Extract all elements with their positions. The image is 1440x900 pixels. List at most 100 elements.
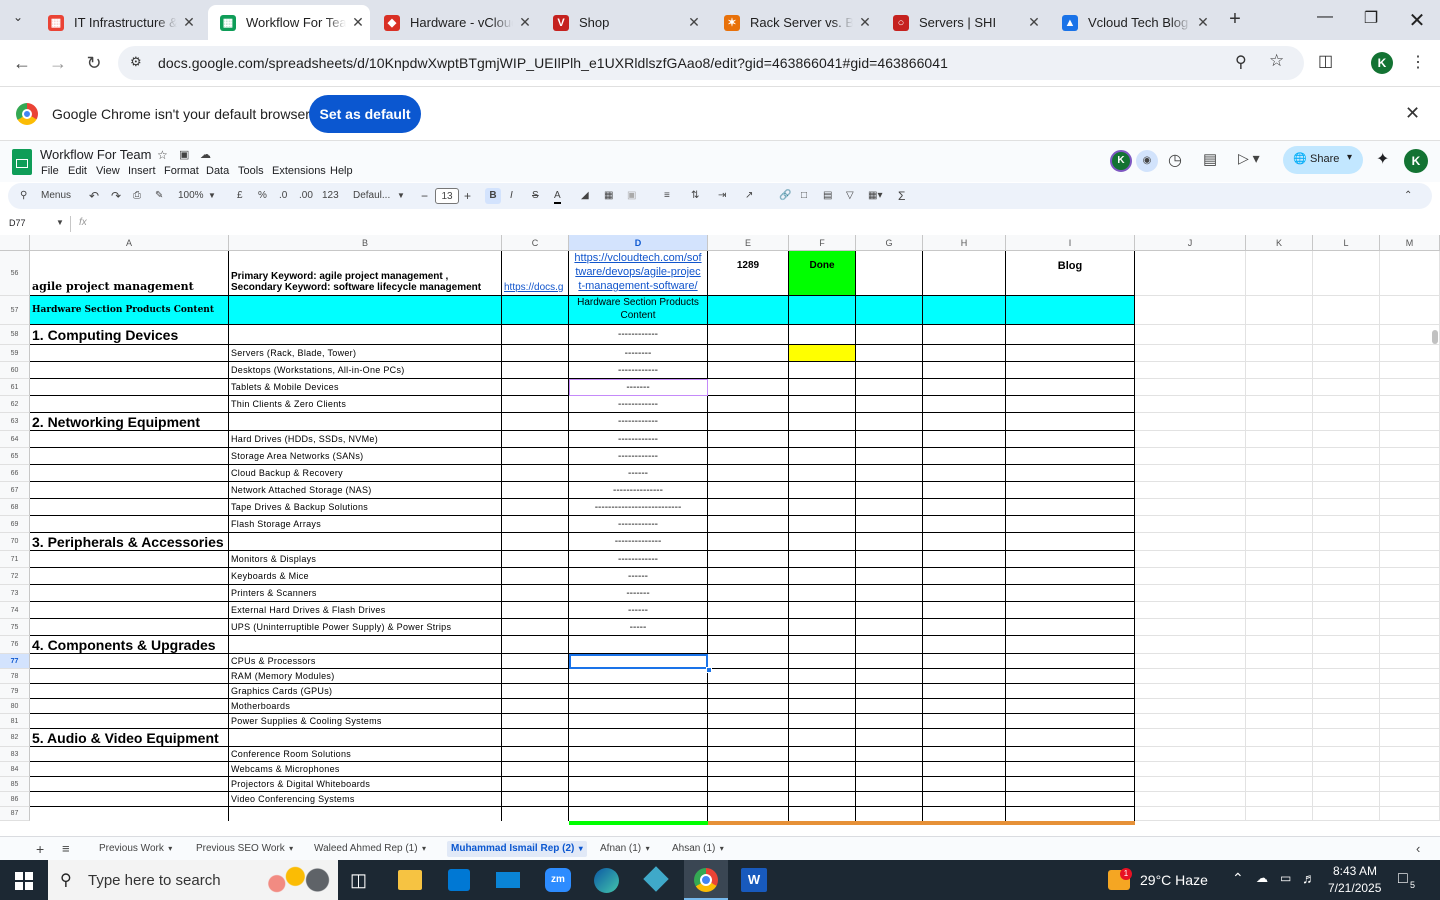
cell-a[interactable] bbox=[30, 465, 229, 482]
product-category-cell[interactable]: Cloud Backup & Recovery bbox=[229, 465, 502, 482]
status-dash-cell[interactable]: ------ bbox=[569, 602, 708, 619]
cell-h[interactable] bbox=[923, 396, 1006, 413]
cell-f[interactable] bbox=[789, 684, 856, 699]
cell-g[interactable] bbox=[856, 362, 923, 379]
close-tab-icon[interactable]: ✕ bbox=[513, 14, 537, 31]
section-heading-cell[interactable]: 5. Audio & Video Equipment bbox=[30, 729, 229, 747]
cell-k[interactable] bbox=[1246, 551, 1313, 568]
row-header[interactable]: 76 bbox=[0, 636, 30, 654]
cell-a[interactable]: agile project management bbox=[30, 251, 229, 296]
cell-i[interactable] bbox=[1006, 396, 1135, 413]
site-info-icon[interactable]: ⚙ bbox=[130, 54, 142, 70]
zoom-icon[interactable]: ⚲ bbox=[1235, 52, 1247, 72]
cell-m[interactable] bbox=[1380, 465, 1440, 482]
row-header[interactable]: 60 bbox=[0, 362, 30, 379]
cell-d[interactable] bbox=[569, 714, 708, 729]
sheet-tab-dropdown-icon[interactable]: ▾ bbox=[285, 844, 293, 853]
cell-e[interactable] bbox=[708, 714, 789, 729]
currency-button[interactable]: £ bbox=[237, 188, 243, 204]
cell-k[interactable] bbox=[1246, 379, 1313, 396]
cell-f[interactable] bbox=[789, 807, 856, 821]
cell-j[interactable] bbox=[1135, 296, 1246, 325]
close-tab-icon[interactable]: ✕ bbox=[853, 14, 877, 31]
cell-b[interactable] bbox=[229, 413, 502, 431]
column-header-j[interactable]: J bbox=[1135, 235, 1246, 251]
cell-h[interactable] bbox=[923, 654, 1006, 669]
cell-c[interactable] bbox=[502, 533, 569, 551]
cell-l[interactable] bbox=[1313, 792, 1380, 807]
forward-icon[interactable]: → bbox=[45, 50, 71, 76]
collaborator-avatar[interactable]: K bbox=[1110, 150, 1132, 172]
tab-search-icon[interactable]: ⌄ bbox=[6, 10, 30, 30]
edge-icon[interactable] bbox=[594, 868, 619, 893]
product-category-cell[interactable]: External Hard Drives & Flash Drives bbox=[229, 602, 502, 619]
cell-i[interactable] bbox=[1006, 448, 1135, 465]
cell-m[interactable] bbox=[1380, 516, 1440, 533]
browser-tab[interactable]: ✶ Rack Server vs. Bla ✕ bbox=[712, 5, 877, 40]
clock-time[interactable]: 8:43 AM bbox=[1333, 864, 1377, 878]
close-tab-icon[interactable]: ✕ bbox=[1191, 14, 1215, 31]
cell-k[interactable] bbox=[1246, 714, 1313, 729]
cell-g[interactable] bbox=[856, 619, 923, 636]
column-header-a[interactable]: A bbox=[30, 235, 229, 251]
cell-j[interactable] bbox=[1135, 654, 1246, 669]
task-view-icon[interactable]: ◫ bbox=[350, 870, 367, 891]
restore-icon[interactable]: ❐ bbox=[1348, 8, 1394, 32]
percent-button[interactable]: % bbox=[258, 188, 267, 204]
status-cell[interactable]: Done bbox=[789, 251, 856, 296]
cell-i[interactable] bbox=[1006, 413, 1135, 431]
cell-c[interactable] bbox=[502, 654, 569, 669]
word-icon[interactable]: W bbox=[741, 868, 767, 892]
row-header[interactable]: 72 bbox=[0, 568, 30, 585]
cell-k[interactable] bbox=[1246, 777, 1313, 792]
cell-m[interactable] bbox=[1380, 669, 1440, 684]
cell-m[interactable] bbox=[1380, 396, 1440, 413]
row-header[interactable]: 69 bbox=[0, 516, 30, 533]
cell-l[interactable] bbox=[1313, 448, 1380, 465]
align-vertical-icon[interactable]: ⇅ bbox=[691, 188, 699, 204]
row-header[interactable]: 71 bbox=[0, 551, 30, 568]
cell-i[interactable] bbox=[1006, 747, 1135, 762]
cell-l[interactable] bbox=[1313, 325, 1380, 345]
sheet-tab[interactable]: Previous SEO Work ▾ bbox=[196, 841, 293, 857]
cell-e[interactable] bbox=[708, 551, 789, 568]
column-header-l[interactable]: L bbox=[1313, 235, 1380, 251]
cell-a[interactable] bbox=[30, 654, 229, 669]
product-category-cell[interactable]: RAM (Memory Modules) bbox=[229, 669, 502, 684]
cell-e[interactable] bbox=[708, 482, 789, 499]
cell-h[interactable] bbox=[923, 296, 1006, 325]
cell-e[interactable] bbox=[708, 431, 789, 448]
status-dash-cell[interactable]: ------ bbox=[569, 568, 708, 585]
cell-m[interactable] bbox=[1380, 499, 1440, 516]
number-format-button[interactable]: 123 bbox=[322, 188, 339, 204]
row-header[interactable]: 86 bbox=[0, 792, 30, 807]
close-tab-icon[interactable]: ✕ bbox=[1022, 14, 1046, 31]
cell-h[interactable] bbox=[923, 533, 1006, 551]
cell-e[interactable] bbox=[708, 396, 789, 413]
share-dropdown-icon[interactable]: ▾ bbox=[1347, 152, 1352, 163]
cell-f[interactable] bbox=[789, 762, 856, 777]
column-header-k[interactable]: K bbox=[1246, 235, 1313, 251]
cell-g[interactable] bbox=[856, 465, 923, 482]
cell-d[interactable] bbox=[569, 669, 708, 684]
cell-l[interactable] bbox=[1313, 516, 1380, 533]
browser-tab[interactable]: ▦ Workflow For Team✕ bbox=[208, 5, 370, 40]
cell-j[interactable] bbox=[1135, 699, 1246, 714]
cell-g[interactable] bbox=[856, 396, 923, 413]
cell-e[interactable] bbox=[708, 636, 789, 654]
row-header[interactable]: 66 bbox=[0, 465, 30, 482]
cell-g[interactable] bbox=[856, 714, 923, 729]
cell-i[interactable] bbox=[1006, 714, 1135, 729]
cell-j[interactable] bbox=[1135, 465, 1246, 482]
zoom-dropdown-icon[interactable]: ▼ bbox=[208, 188, 216, 204]
status-dash-cell[interactable]: ----- bbox=[569, 619, 708, 636]
mail-icon[interactable] bbox=[496, 872, 520, 888]
cell-h[interactable] bbox=[923, 482, 1006, 499]
cell-e[interactable] bbox=[708, 465, 789, 482]
row-header[interactable]: 56 bbox=[0, 251, 30, 296]
cell-i[interactable] bbox=[1006, 516, 1135, 533]
cell-h[interactable] bbox=[923, 619, 1006, 636]
cell-h[interactable] bbox=[923, 465, 1006, 482]
section-heading-cell[interactable]: 4. Components & Upgrades bbox=[30, 636, 229, 654]
cell-k[interactable] bbox=[1246, 636, 1313, 654]
